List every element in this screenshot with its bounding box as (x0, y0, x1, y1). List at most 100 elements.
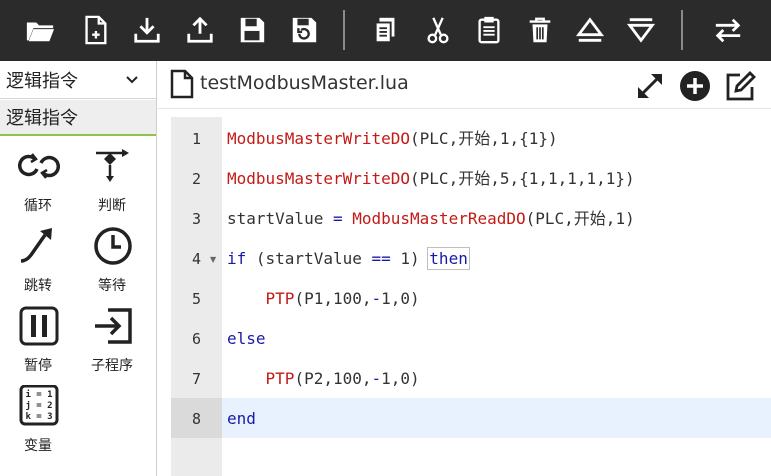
code-token: PTP (265, 289, 295, 308)
line-number: 3 (191, 210, 202, 228)
code-line[interactable]: 5 PTP(P1,100,-1,0) (171, 278, 771, 318)
code-token: (P2,100, (294, 369, 372, 388)
code-editor[interactable]: 1 ModbusMasterWriteDO(PLC,开始,1,{1}) 2 Modbu… (171, 117, 771, 476)
code-token: end (227, 409, 256, 428)
line-number: 7 (191, 370, 202, 388)
code-token: == (371, 249, 391, 268)
code-line[interactable]: 1 ModbusMasterWriteDO(PLC,开始,1,{1}) (171, 118, 771, 158)
tool-label: 等待 (98, 278, 126, 294)
upload-icon[interactable] (182, 12, 218, 48)
new-file-icon[interactable] (77, 12, 113, 48)
jump-icon (20, 228, 52, 263)
code-text: ModbusMasterWriteDO(PLC,开始,1,{1}) (227, 118, 558, 158)
tool-wait[interactable]: 等待 (80, 225, 144, 297)
code-line[interactable]: 4 ▼ if (startValue == 1) then (171, 238, 771, 278)
tool-label: 跳转 (24, 278, 52, 294)
code-token: ModbusMasterWriteDO (227, 169, 411, 188)
open-folder-icon[interactable] (22, 12, 58, 48)
code-line[interactable]: 7 PTP(P2,100,-1,0) (171, 358, 771, 398)
variable-icon-line: j = 2 (25, 400, 52, 411)
code-text: PTP(P2,100,-1,0) (227, 358, 420, 398)
fold-arrow-icon[interactable]: ▼ (210, 255, 216, 264)
code-text: ModbusMasterWriteDO(PLC,开始,5,{1,1,1,1,1}… (227, 158, 635, 198)
tool-branch[interactable]: 判断 (80, 145, 144, 217)
active-category-label: 逻辑指令 (6, 108, 78, 129)
code-token: startValue (227, 209, 333, 228)
code-token: - (371, 369, 382, 388)
code-token: (PLC,开始,1) (525, 209, 635, 228)
chevron-down-icon (126, 76, 138, 84)
edit-icon[interactable] (723, 69, 757, 103)
tool-loop[interactable]: 循环 (6, 145, 70, 217)
code-token: - (371, 289, 382, 308)
tool-label: 循环 (24, 198, 52, 214)
pause-icon (19, 306, 59, 346)
code-text: end (227, 398, 256, 438)
save-icon[interactable] (234, 12, 270, 48)
clock-icon (94, 227, 132, 265)
save-as-icon[interactable] (286, 12, 322, 48)
swap-icon[interactable] (710, 12, 746, 48)
toolbar-divider (681, 10, 683, 50)
code-text: PTP(P1,100,-1,0) (227, 278, 420, 318)
code-line[interactable]: 2 ModbusMasterWriteDO(PLC,开始,5,{1,1,1,1,1… (171, 158, 771, 198)
code-token: 1) (390, 249, 430, 268)
move-down-icon[interactable] (623, 12, 659, 48)
category-select-value: 逻辑指令 (6, 70, 78, 92)
code-token: if (227, 249, 247, 268)
code-text: if (startValue == 1) then (227, 238, 470, 278)
file-icon (170, 69, 194, 99)
tool-label: 暂停 (24, 358, 52, 374)
code-line[interactable]: 6 else (171, 318, 771, 358)
line-number: 6 (191, 330, 202, 348)
tool-jump[interactable]: 跳转 (6, 225, 70, 297)
code-token: 1,0) (381, 369, 420, 388)
category-select[interactable]: 逻辑指令 (0, 61, 156, 99)
line-number: 1 (191, 130, 202, 148)
copy-icon[interactable] (368, 12, 404, 48)
cut-icon[interactable] (420, 12, 456, 48)
code-line[interactable]: 3 startValue = ModbusMasterReadDO(PLC,开始,… (171, 198, 771, 238)
file-name: testModbusMaster.lua (200, 72, 409, 94)
app-window: 逻辑指令 逻辑指令 循环 判断 跳转 等待 暂停 子程序 i = 1 j = 2… (0, 0, 771, 476)
tool-label: 子程序 (91, 358, 133, 374)
code-token: (startValue (246, 249, 372, 268)
variable-icon-line: k = 3 (25, 412, 52, 422)
instruction-sidebar: 逻辑指令 逻辑指令 循环 判断 跳转 等待 暂停 子程序 i = 1 j = 2… (0, 61, 157, 476)
code-token: (PLC,开始,5,{1,1,1,1,1}) (410, 169, 635, 188)
line-number: 2 (191, 170, 202, 188)
delete-icon[interactable] (522, 12, 558, 48)
tool-label: 判断 (98, 198, 126, 214)
line-number: 8 (171, 398, 222, 438)
active-category-tab[interactable]: 逻辑指令 (0, 100, 156, 136)
tool-variable[interactable]: i = 1 j = 2 k = 3 变量 (6, 385, 70, 457)
add-circle-icon[interactable] (678, 69, 712, 103)
loop-icon (18, 153, 60, 179)
code-token: PTP (265, 369, 295, 388)
code-token: ModbusMasterReadDO (352, 209, 526, 228)
code-token: else (227, 329, 266, 348)
editor-header: testModbusMaster.lua (158, 61, 771, 109)
code-line[interactable]: 8 end (171, 398, 771, 438)
expand-icon[interactable] (633, 69, 667, 103)
variable-icon-line: i = 1 (25, 389, 52, 400)
toolbar (0, 0, 771, 61)
subprogram-icon (95, 308, 132, 344)
move-up-icon[interactable] (572, 12, 608, 48)
code-token: ModbusMasterWriteDO (227, 129, 411, 148)
code-text: else (227, 318, 266, 358)
code-token: (PLC,开始,1,{1}) (410, 129, 558, 148)
download-icon[interactable] (129, 12, 165, 48)
code-token: 1,0) (381, 289, 420, 308)
branch-icon (96, 149, 129, 182)
code-token: (P1,100, (294, 289, 372, 308)
paste-icon[interactable] (471, 12, 507, 48)
code-token: then (427, 247, 470, 270)
code-token: = (332, 209, 343, 228)
tool-label: 变量 (24, 438, 52, 454)
tool-pause[interactable]: 暂停 (6, 305, 70, 377)
tool-subprogram[interactable]: 子程序 (80, 305, 144, 377)
